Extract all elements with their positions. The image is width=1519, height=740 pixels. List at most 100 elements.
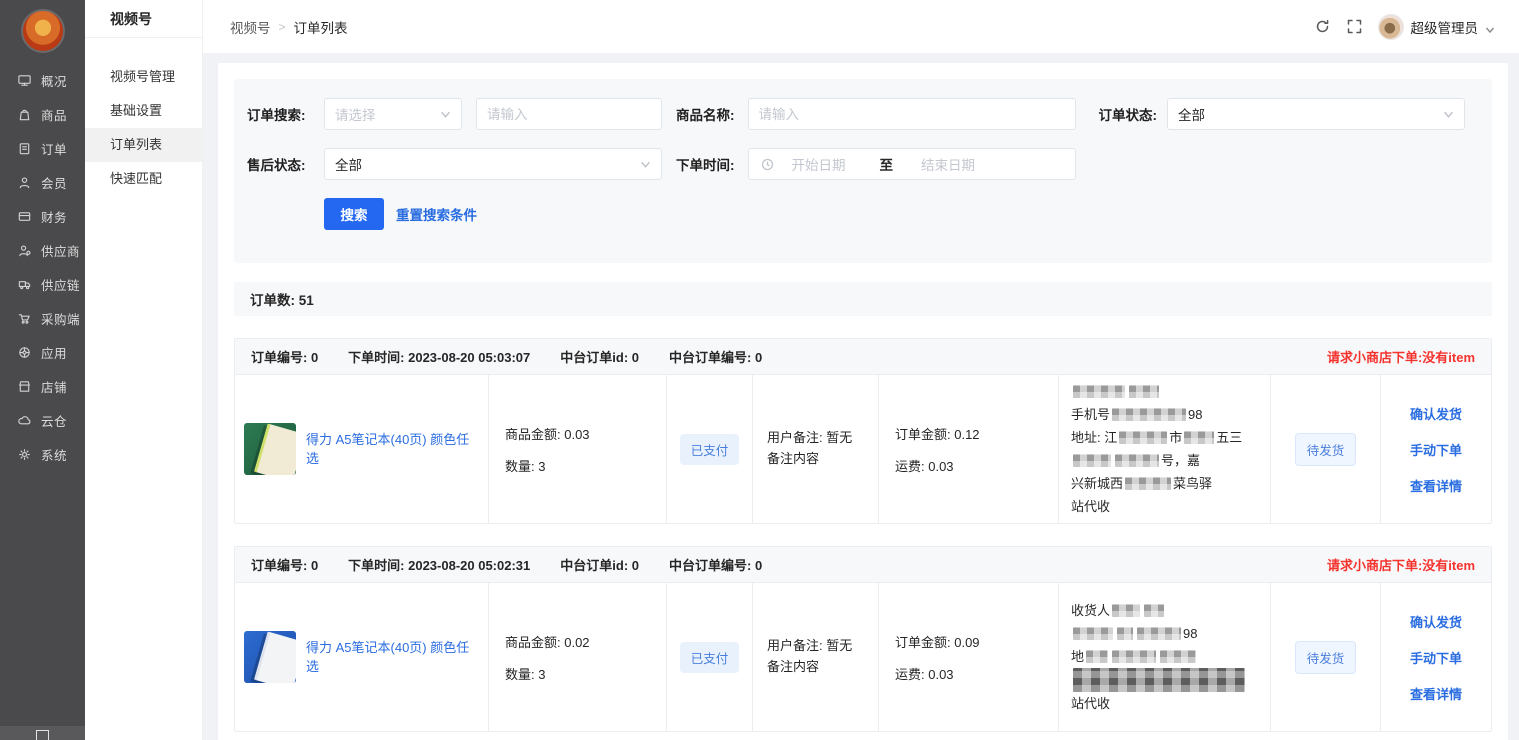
sidebar-item-label: 供应商: [41, 241, 80, 260]
shipping-address: 手机号98地址: 江市五三号，嘉兴新城西菜鸟驿站代收: [1059, 375, 1271, 523]
chevron-down-icon: [440, 109, 451, 120]
mid-order-id: 中台订单id: 0: [560, 347, 639, 366]
sidebar-item-label: 商品: [41, 105, 67, 124]
secondary-sidebar: 视频号 视频号管理 基础设置 订单列表 快速匹配: [85, 0, 203, 740]
order-status-select[interactable]: 全部: [1167, 98, 1465, 130]
sidebar-item-apps[interactable]: 应用: [0, 335, 85, 369]
freight: 运费: 0.03: [895, 456, 1058, 475]
date-range-to-label: 至: [880, 154, 894, 174]
sidebar-item-shop[interactable]: 店铺: [0, 369, 85, 403]
breadcrumb-current: 订单列表: [294, 17, 348, 37]
sidebar-item-supplier[interactable]: 供应商: [0, 233, 85, 267]
submenu-title: 视频号: [85, 0, 202, 38]
gear-icon: [17, 447, 32, 462]
sidebar-item-label: 应用: [41, 343, 67, 362]
submenu-item-order-list[interactable]: 订单列表: [85, 128, 202, 162]
product-amount: 商品金额: 0.03: [505, 424, 666, 443]
sidebar-item-label: 财务: [41, 207, 67, 226]
pay-status-badge: 已支付: [680, 642, 740, 673]
submenu-item-basic-settings[interactable]: 基础设置: [85, 94, 202, 128]
date-range-picker[interactable]: 开始日期 至 结束日期: [748, 148, 1076, 180]
user-avatar: [1378, 14, 1404, 40]
shopping-bag-icon: [17, 107, 32, 122]
order-search-type-select[interactable]: 请选择: [324, 98, 462, 130]
order-alert: 请求小商店下单:没有item: [1327, 555, 1475, 574]
chevron-down-icon: [1443, 109, 1454, 120]
clock-icon: [761, 158, 774, 171]
manual-order-link[interactable]: 手动下单: [1410, 648, 1462, 667]
sidebar-item-label: 采购端: [41, 309, 80, 328]
sidebar-item-members[interactable]: 会员: [0, 165, 85, 199]
app-logo[interactable]: [21, 9, 65, 53]
order-search-input[interactable]: [476, 98, 662, 130]
breadcrumb-separator: >: [279, 20, 286, 34]
start-date-placeholder[interactable]: 开始日期: [792, 154, 846, 174]
ship-status-badge: 待发货: [1295, 641, 1357, 674]
order-amount: 订单金额: 0.12: [895, 424, 1058, 443]
sidebar-item-finance[interactable]: 财务: [0, 199, 85, 233]
order-row: 得力 A5笔记本(40页) 颜色任选 商品金额: 0.02 数量: 3 已支付 …: [235, 583, 1491, 731]
breadcrumb-root[interactable]: 视频号: [230, 17, 271, 37]
ship-status-badge: 待发货: [1295, 433, 1357, 466]
card-icon: [17, 209, 32, 224]
sidebar-item-label: 订单: [41, 139, 67, 158]
order-status-label: 订单状态:: [1099, 104, 1158, 124]
search-panel: 订单搜索: 请选择 商品名称: 订单状态: 全部 售后状态:: [234, 79, 1492, 263]
breadcrumb: 视频号 > 订单列表: [230, 17, 348, 37]
refresh-icon[interactable]: [1314, 18, 1331, 35]
user-remark: 用户备注: 暂无备注内容: [767, 428, 864, 470]
end-date-placeholder[interactable]: 结束日期: [921, 154, 975, 174]
product-quantity: 数量: 3: [505, 664, 666, 683]
sidebar-item-label: 云仓: [41, 411, 67, 430]
mid-order-number: 中台订单编号: 0: [669, 347, 762, 366]
user-name: 超级管理员: [1411, 17, 1479, 37]
fullscreen-icon[interactable]: [1346, 18, 1363, 35]
sidebar-footer: [0, 726, 85, 740]
top-header: 视频号 > 订单列表 超级管理员: [203, 0, 1519, 53]
product-image: [244, 423, 296, 475]
view-detail-link[interactable]: 查看详情: [1410, 476, 1462, 495]
pay-status-badge: 已支付: [680, 434, 740, 465]
sidebar-item-procurement[interactable]: 采购端: [0, 301, 85, 335]
sidebar-item-label: 会员: [41, 173, 67, 192]
sidebar-item-products[interactable]: 商品: [0, 97, 85, 131]
order-time: 下单时间: 2023-08-20 05:02:31: [348, 555, 530, 574]
order-row: 得力 A5笔记本(40页) 颜色任选 商品金额: 0.03 数量: 3 已支付 …: [235, 375, 1491, 523]
order-header: 订单编号: 0 下单时间: 2023-08-20 05:03:07 中台订单id…: [235, 339, 1491, 375]
reset-search-link[interactable]: 重置搜索条件: [396, 204, 477, 224]
manual-order-link[interactable]: 手动下单: [1410, 440, 1462, 459]
order-header: 订单编号: 0 下单时间: 2023-08-20 05:02:31 中台订单id…: [235, 547, 1491, 583]
primary-sidebar: 概况 商品 订单 会员 财务 供应商 供应链 采购端: [0, 0, 85, 740]
sidebar-item-label: 概况: [41, 71, 67, 90]
collapse-icon[interactable]: [36, 730, 49, 740]
app-window: 概况 商品 订单 会员 财务 供应商 供应链 采购端: [0, 0, 1519, 740]
product-name-link[interactable]: 得力 A5笔记本(40页) 颜色任选: [306, 638, 478, 677]
confirm-ship-link[interactable]: 确认发货: [1410, 404, 1462, 423]
aftersale-status-select[interactable]: 全部: [324, 148, 662, 180]
user-menu[interactable]: 超级管理员: [1378, 14, 1496, 40]
sidebar-item-cloudwarehouse[interactable]: 云仓: [0, 403, 85, 437]
view-detail-link[interactable]: 查看详情: [1410, 684, 1462, 703]
product-name-link[interactable]: 得力 A5笔记本(40页) 颜色任选: [306, 430, 478, 469]
sidebar-item-system[interactable]: 系统: [0, 437, 85, 471]
confirm-ship-link[interactable]: 确认发货: [1410, 612, 1462, 631]
user-remark: 用户备注: 暂无备注内容: [767, 636, 864, 678]
submenu-item-quick-match[interactable]: 快速匹配: [85, 162, 202, 196]
product-amount: 商品金额: 0.02: [505, 632, 666, 651]
sidebar-item-orders[interactable]: 订单: [0, 131, 85, 165]
shipping-address: 收货人98地站代收: [1059, 583, 1271, 731]
content-card: 订单搜索: 请选择 商品名称: 订单状态: 全部 售后状态:: [218, 63, 1508, 740]
order-search-label: 订单搜索:: [247, 104, 324, 124]
supplier-user-icon: [17, 243, 32, 258]
product-name-input[interactable]: [748, 98, 1076, 130]
order-time: 下单时间: 2023-08-20 05:03:07: [348, 347, 530, 366]
sidebar-item-label: 店铺: [41, 377, 67, 396]
product-quantity: 数量: 3: [505, 456, 666, 475]
sidebar-item-supplychain[interactable]: 供应链: [0, 267, 85, 301]
sidebar-item-overview[interactable]: 概况: [0, 63, 85, 97]
freight: 运费: 0.03: [895, 664, 1058, 683]
submenu-item-channel-management[interactable]: 视频号管理: [85, 60, 202, 94]
clipboard-icon: [17, 141, 32, 156]
search-button[interactable]: 搜索: [324, 198, 384, 230]
order-number: 订单编号: 0: [251, 555, 318, 574]
